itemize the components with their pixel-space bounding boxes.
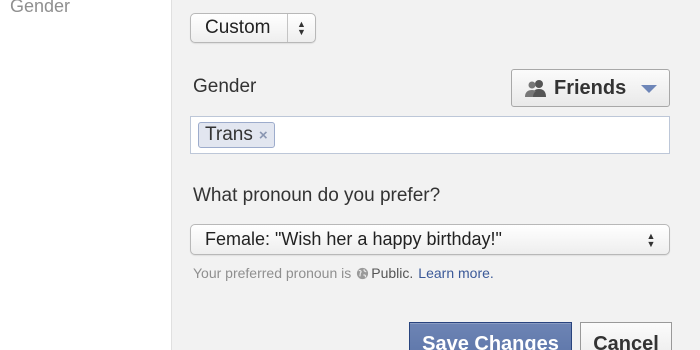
pronoun-select[interactable]: Female: "Wish her a happy birthday!" ▲ ▼	[190, 224, 670, 255]
gender-field-label: Gender	[193, 76, 257, 97]
remove-token-icon[interactable]: ×	[259, 127, 268, 144]
audience-select[interactable]: Custom ▲ ▼	[190, 13, 316, 43]
privacy-button-label: Friends	[554, 76, 627, 99]
cancel-button[interactable]: Cancel	[580, 322, 672, 350]
privacy-friends-button[interactable]: Friends	[511, 69, 670, 107]
edit-panel	[171, 0, 700, 350]
audience-select-value: Custom	[205, 17, 271, 38]
save-changes-button[interactable]: Save Changes	[409, 322, 572, 350]
pronoun-visibility-note: Your preferred pronoun is Public. Learn …	[193, 265, 494, 281]
caret-down-icon	[641, 85, 657, 93]
settings-page: Gender Custom ▲ ▼ Gender Friends Trans × …	[0, 0, 700, 350]
friends-icon	[525, 80, 546, 97]
gender-token[interactable]: Trans ×	[198, 122, 275, 148]
up-down-arrows-icon: ▲ ▼	[646, 230, 656, 249]
pronoun-select-value: Female: "Wish her a happy birthday!"	[205, 229, 502, 249]
up-down-arrows-icon: ▲ ▼	[297, 19, 306, 37]
note-prefix: Your preferred pronoun is	[193, 265, 352, 281]
gender-token-input[interactable]: Trans ×	[190, 116, 670, 154]
pronoun-question: What pronoun do you prefer?	[193, 185, 441, 206]
learn-more-link[interactable]: Learn more.	[418, 265, 493, 281]
gender-token-label: Trans	[205, 124, 253, 145]
globe-icon	[357, 267, 369, 279]
note-audience: Public.	[371, 265, 414, 281]
gender-section-label: Gender	[10, 0, 71, 16]
